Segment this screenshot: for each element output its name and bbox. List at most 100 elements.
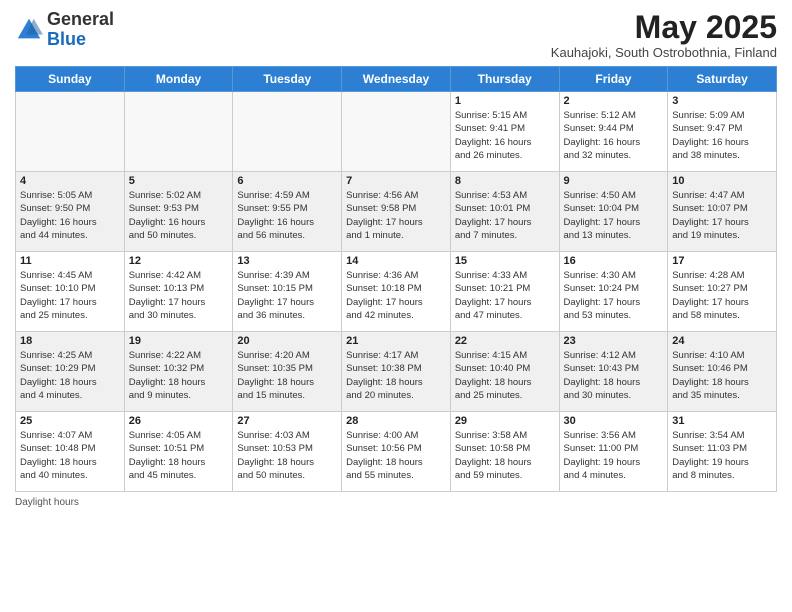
day-number: 15 (455, 255, 555, 267)
day-number: 18 (20, 335, 120, 347)
day-number: 12 (129, 255, 229, 267)
day-info: Sunrise: 4:10 AM Sunset: 10:46 PM Daylig… (672, 349, 772, 402)
month-title: May 2025 (551, 10, 777, 45)
title-block: May 2025 Kauhajoki, South Ostrobothnia, … (551, 10, 777, 60)
day-info: Sunrise: 3:56 AM Sunset: 11:00 PM Daylig… (564, 429, 664, 482)
day-info: Sunrise: 5:02 AM Sunset: 9:53 PM Dayligh… (129, 189, 229, 242)
day-number: 11 (20, 255, 120, 267)
day-number: 23 (564, 335, 664, 347)
day-number: 6 (237, 175, 337, 187)
day-number: 31 (672, 415, 772, 427)
day-cell: 17Sunrise: 4:28 AM Sunset: 10:27 PM Dayl… (668, 252, 777, 332)
day-number: 29 (455, 415, 555, 427)
day-number: 10 (672, 175, 772, 187)
column-header-thursday: Thursday (450, 67, 559, 92)
day-cell: 26 Sunrise: 4:05 AM Sunset: 10:51 PM Dayl… (124, 412, 233, 492)
day-number: 9 (564, 175, 664, 187)
day-info: Sunrise: 4:15 AM Sunset: 10:40 PM Daylig… (455, 349, 555, 402)
day-number: 21 (346, 335, 446, 347)
week-row-1: 1 Sunrise: 5:15 AM Sunset: 9:41 PM Daylig… (16, 92, 777, 172)
day-cell: 3 Sunrise: 5:09 AM Sunset: 9:47 PM Daylig… (668, 92, 777, 172)
page: General Blue May 2025 Kauhajoki, South O… (0, 0, 792, 612)
day-cell: 14 Sunrise: 4:36 AM Sunset: 10:18 PM Dayl… (342, 252, 451, 332)
day-cell: 2Sunrise: 5:12 AM Sunset: 9:44 PM Daylig… (559, 92, 668, 172)
day-cell: 27Sunrise: 4:03 AM Sunset: 10:53 PM Dayl… (233, 412, 342, 492)
day-cell (342, 92, 451, 172)
day-number: 14 (346, 255, 446, 267)
day-number: 25 (20, 415, 120, 427)
day-cell: 31 Sunrise: 3:54 AM Sunset: 11:03 PM Dayl… (668, 412, 777, 492)
day-cell: 23Sunrise: 4:12 AM Sunset: 10:43 PM Dayl… (559, 332, 668, 412)
day-info: Sunrise: 4:45 AM Sunset: 10:10 PM Daylig… (20, 269, 120, 322)
day-cell: 21 Sunrise: 4:17 AM Sunset: 10:38 PM Dayl… (342, 332, 451, 412)
day-number: 24 (672, 335, 772, 347)
day-info: Sunrise: 4:20 AM Sunset: 10:35 PM Daylig… (237, 349, 337, 402)
column-header-sunday: Sunday (16, 67, 125, 92)
day-number: 5 (129, 175, 229, 187)
day-info: Sunrise: 3:58 AM Sunset: 10:58 PM Daylig… (455, 429, 555, 482)
day-cell: 30 Sunrise: 3:56 AM Sunset: 11:00 PM Dayl… (559, 412, 668, 492)
day-cell: 25Sunrise: 4:07 AM Sunset: 10:48 PM Dayl… (16, 412, 125, 492)
column-header-tuesday: Tuesday (233, 67, 342, 92)
day-info: Sunrise: 4:30 AM Sunset: 10:24 PM Daylig… (564, 269, 664, 322)
day-info: Sunrise: 4:39 AM Sunset: 10:15 PM Daylig… (237, 269, 337, 322)
day-cell: 12 Sunrise: 4:42 AM Sunset: 10:13 PM Dayl… (124, 252, 233, 332)
day-number: 26 (129, 415, 229, 427)
column-header-monday: Monday (124, 67, 233, 92)
day-number: 19 (129, 335, 229, 347)
day-info: Sunrise: 4:33 AM Sunset: 10:21 PM Daylig… (455, 269, 555, 322)
day-info: Sunrise: 4:42 AM Sunset: 10:13 PM Daylig… (129, 269, 229, 322)
day-info: Sunrise: 4:05 AM Sunset: 10:51 PM Daylig… (129, 429, 229, 482)
header: General Blue May 2025 Kauhajoki, South O… (15, 10, 777, 60)
day-number: 13 (237, 255, 337, 267)
week-row-4: 18 Sunrise: 4:25 AM Sunset: 10:29 PM Dayl… (16, 332, 777, 412)
day-info: Sunrise: 4:53 AM Sunset: 10:01 PM Daylig… (455, 189, 555, 242)
day-cell: 4 Sunrise: 5:05 AM Sunset: 9:50 PM Daylig… (16, 172, 125, 252)
day-number: 20 (237, 335, 337, 347)
day-info: Sunrise: 5:05 AM Sunset: 9:50 PM Dayligh… (20, 189, 120, 242)
day-info: Sunrise: 3:54 AM Sunset: 11:03 PM Daylig… (672, 429, 772, 482)
day-cell (233, 92, 342, 172)
day-info: Sunrise: 4:03 AM Sunset: 10:53 PM Daylig… (237, 429, 337, 482)
week-row-2: 4 Sunrise: 5:05 AM Sunset: 9:50 PM Daylig… (16, 172, 777, 252)
logo-text: General Blue (47, 10, 114, 50)
day-cell: 24 Sunrise: 4:10 AM Sunset: 10:46 PM Dayl… (668, 332, 777, 412)
day-cell: 16 Sunrise: 4:30 AM Sunset: 10:24 PM Dayl… (559, 252, 668, 332)
day-number: 4 (20, 175, 120, 187)
day-cell: 11 Sunrise: 4:45 AM Sunset: 10:10 PM Dayl… (16, 252, 125, 332)
day-cell: 29 Sunrise: 3:58 AM Sunset: 10:58 PM Dayl… (450, 412, 559, 492)
week-row-5: 25Sunrise: 4:07 AM Sunset: 10:48 PM Dayl… (16, 412, 777, 492)
day-info: Sunrise: 4:56 AM Sunset: 9:58 PM Dayligh… (346, 189, 446, 242)
day-info: Sunrise: 4:47 AM Sunset: 10:07 PM Daylig… (672, 189, 772, 242)
footer-text: Daylight hours (15, 497, 79, 508)
day-number: 28 (346, 415, 446, 427)
day-info: Sunrise: 4:25 AM Sunset: 10:29 PM Daylig… (20, 349, 120, 402)
column-header-saturday: Saturday (668, 67, 777, 92)
day-info: Sunrise: 4:59 AM Sunset: 9:55 PM Dayligh… (237, 189, 337, 242)
day-info: Sunrise: 4:17 AM Sunset: 10:38 PM Daylig… (346, 349, 446, 402)
day-number: 17 (672, 255, 772, 267)
day-number: 7 (346, 175, 446, 187)
week-row-3: 11 Sunrise: 4:45 AM Sunset: 10:10 PM Dayl… (16, 252, 777, 332)
day-number: 1 (455, 95, 555, 107)
day-info: Sunrise: 4:22 AM Sunset: 10:32 PM Daylig… (129, 349, 229, 402)
day-number: 30 (564, 415, 664, 427)
calendar-table: SundayMondayTuesdayWednesdayThursdayFrid… (15, 66, 777, 492)
day-cell: 9 Sunrise: 4:50 AM Sunset: 10:04 PM Dayli… (559, 172, 668, 252)
day-cell: 10 Sunrise: 4:47 AM Sunset: 10:07 PM Dayl… (668, 172, 777, 252)
day-info: Sunrise: 5:15 AM Sunset: 9:41 PM Dayligh… (455, 109, 555, 162)
day-info: Sunrise: 4:50 AM Sunset: 10:04 PM Daylig… (564, 189, 664, 242)
day-cell: 28 Sunrise: 4:00 AM Sunset: 10:56 PM Dayl… (342, 412, 451, 492)
day-cell: 6 Sunrise: 4:59 AM Sunset: 9:55 PM Daylig… (233, 172, 342, 252)
header-row: SundayMondayTuesdayWednesdayThursdayFrid… (16, 67, 777, 92)
day-number: 3 (672, 95, 772, 107)
day-info: Sunrise: 4:36 AM Sunset: 10:18 PM Daylig… (346, 269, 446, 322)
day-number: 2 (564, 95, 664, 107)
day-cell: 15 Sunrise: 4:33 AM Sunset: 10:21 PM Dayl… (450, 252, 559, 332)
day-info: Sunrise: 5:09 AM Sunset: 9:47 PM Dayligh… (672, 109, 772, 162)
day-number: 8 (455, 175, 555, 187)
day-info: Sunrise: 4:00 AM Sunset: 10:56 PM Daylig… (346, 429, 446, 482)
day-number: 16 (564, 255, 664, 267)
column-header-friday: Friday (559, 67, 668, 92)
logo: General Blue (15, 10, 114, 50)
